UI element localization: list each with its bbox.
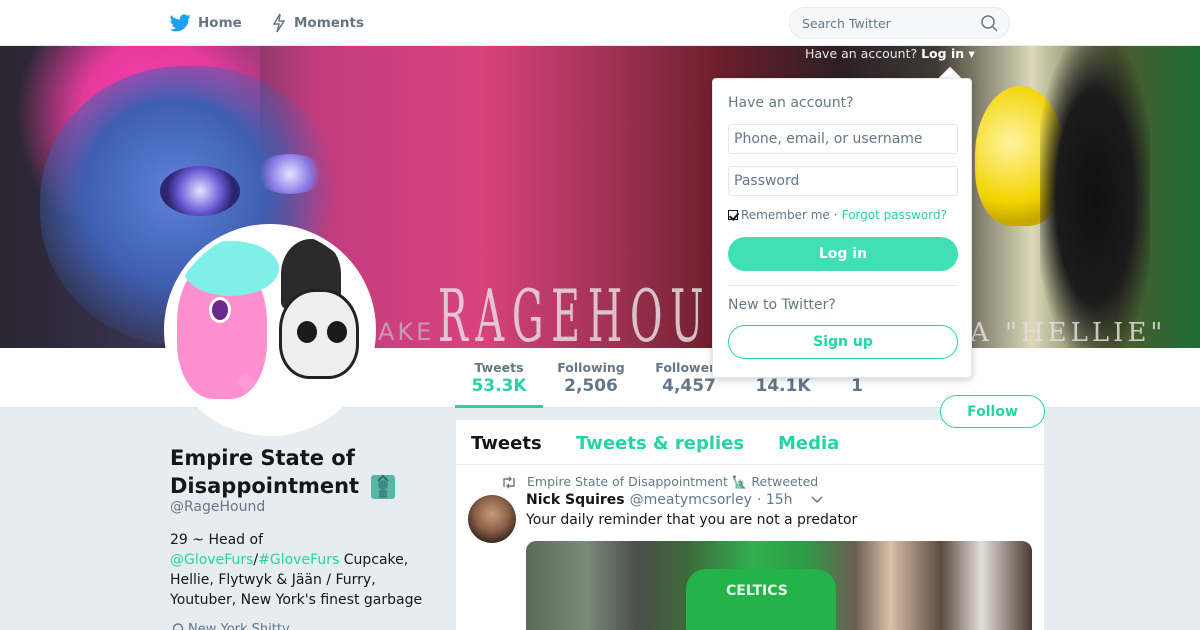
password-field[interactable]	[728, 166, 958, 196]
banner-art-eye	[255, 154, 325, 194]
search-icon[interactable]	[981, 15, 998, 32]
banner-title-text: RAGEHOUN	[438, 274, 754, 348]
banner-art-dark	[1040, 46, 1150, 348]
search-input[interactable]	[802, 8, 977, 38]
avatar-art-skull	[279, 289, 359, 379]
statue-of-liberty-icon	[371, 474, 396, 499]
profile-name[interactable]: Empire State of Disappointment	[170, 444, 410, 500]
active-stat-indicator	[455, 405, 543, 408]
tab-tweets[interactable]: Tweets	[471, 433, 542, 454]
avatar[interactable]	[164, 224, 376, 436]
tweet-author-avatar[interactable]	[468, 495, 516, 543]
remember-separator: ·	[833, 208, 838, 222]
tweet-author-handle[interactable]: @meatymcsorley	[630, 492, 752, 508]
profile-location: New York Shitty	[172, 622, 290, 630]
tweet-timestamp[interactable]: · 15h	[757, 492, 793, 508]
stat-value: 14.1K	[755, 376, 811, 396]
timeline: Tweets Tweets & replies Media Empire Sta…	[456, 420, 1044, 630]
nav-moments[interactable]: Moments	[271, 0, 364, 46]
retweet-context-text: Empire State of Disappointment 🗽 Retweet…	[527, 474, 819, 489]
retweet-icon	[503, 476, 515, 488]
banner-text-fragment: AKE	[378, 318, 435, 346]
signup-button[interactable]: Sign up	[728, 325, 958, 359]
stat-label: Following	[557, 360, 625, 375]
stat-value: 1	[851, 376, 863, 396]
profile-bio: 29 ~ Head of @GloveFurs/#GloveFurs Cupca…	[170, 530, 440, 610]
chevron-down-icon[interactable]	[811, 496, 823, 504]
avatar-art-mane	[183, 241, 279, 296]
tweet-header: Nick Squires @meatymcsorley · 15h	[526, 492, 823, 508]
media-shirt-text: CELTICS	[726, 583, 788, 599]
follow-button[interactable]: Follow	[940, 395, 1045, 428]
stat-following[interactable]: Following 2,506	[557, 360, 625, 396]
remember-row: Remember me · Forgot password?	[728, 208, 947, 222]
new-to-twitter-label: New to Twitter?	[728, 297, 836, 313]
lightning-icon	[272, 13, 286, 33]
tab-media[interactable]: Media	[778, 433, 839, 454]
avatar-art-eye	[297, 321, 317, 343]
banner-art-eye	[160, 166, 240, 216]
location-text: New York Shitty	[188, 622, 290, 630]
profile-handle[interactable]: @RageHound	[170, 499, 265, 515]
avatar-art-eye	[209, 297, 231, 323]
have-account-text: Have an account?	[805, 46, 918, 61]
bio-link-hashtag[interactable]: #GloveFurs	[258, 552, 339, 568]
bio-link-mention[interactable]: @GloveFurs	[170, 552, 253, 568]
tweet-author-name[interactable]: Nick Squires	[526, 492, 625, 508]
twitter-bird-icon	[170, 14, 191, 32]
nav-home-label: Home	[198, 15, 242, 31]
divider	[728, 285, 958, 286]
banner-text-fragment: A "HELLIE"	[970, 318, 1167, 348]
tweet-text: Your daily reminder that you are not a p…	[526, 512, 858, 528]
stat-value: 4,457	[662, 376, 716, 396]
search-box	[789, 7, 1010, 39]
login-prompt: Have an account? Log in ▾	[805, 46, 975, 61]
stat-label: Tweets	[474, 360, 524, 375]
forgot-password-link[interactable]: Forgot password?	[842, 208, 947, 222]
username-field[interactable]	[728, 124, 958, 154]
avatar-art-eye	[327, 321, 347, 343]
stat-value: 2,506	[564, 376, 618, 396]
tweet-media-image[interactable]: CELTICS	[526, 541, 1032, 630]
login-dropdown: Have an account? Remember me · Forgot pa…	[712, 78, 972, 378]
remember-me-checkbox[interactable]	[728, 210, 738, 220]
remember-me-label[interactable]: Remember me	[741, 208, 830, 222]
media-art-shirt	[686, 569, 836, 630]
top-navigation: Home Moments	[0, 0, 1200, 46]
tab-tweets-replies[interactable]: Tweets & replies	[576, 433, 744, 454]
bio-text: 29 ~ Head of	[170, 532, 263, 548]
stat-tweets[interactable]: Tweets 53.3K	[470, 360, 528, 396]
login-title: Have an account?	[728, 95, 854, 111]
nav-moments-label: Moments	[294, 15, 365, 31]
login-dropdown-toggle[interactable]: Log in ▾	[921, 46, 975, 61]
profile-name-text: Empire State of Disappointment	[170, 446, 360, 498]
nav-home[interactable]: Home	[170, 0, 242, 46]
retweet-context: Empire State of Disappointment 🗽 Retweet…	[501, 474, 818, 490]
login-button[interactable]: Log in	[728, 237, 958, 271]
location-pin-icon	[172, 622, 184, 630]
stat-value: 53.3K	[471, 376, 527, 396]
